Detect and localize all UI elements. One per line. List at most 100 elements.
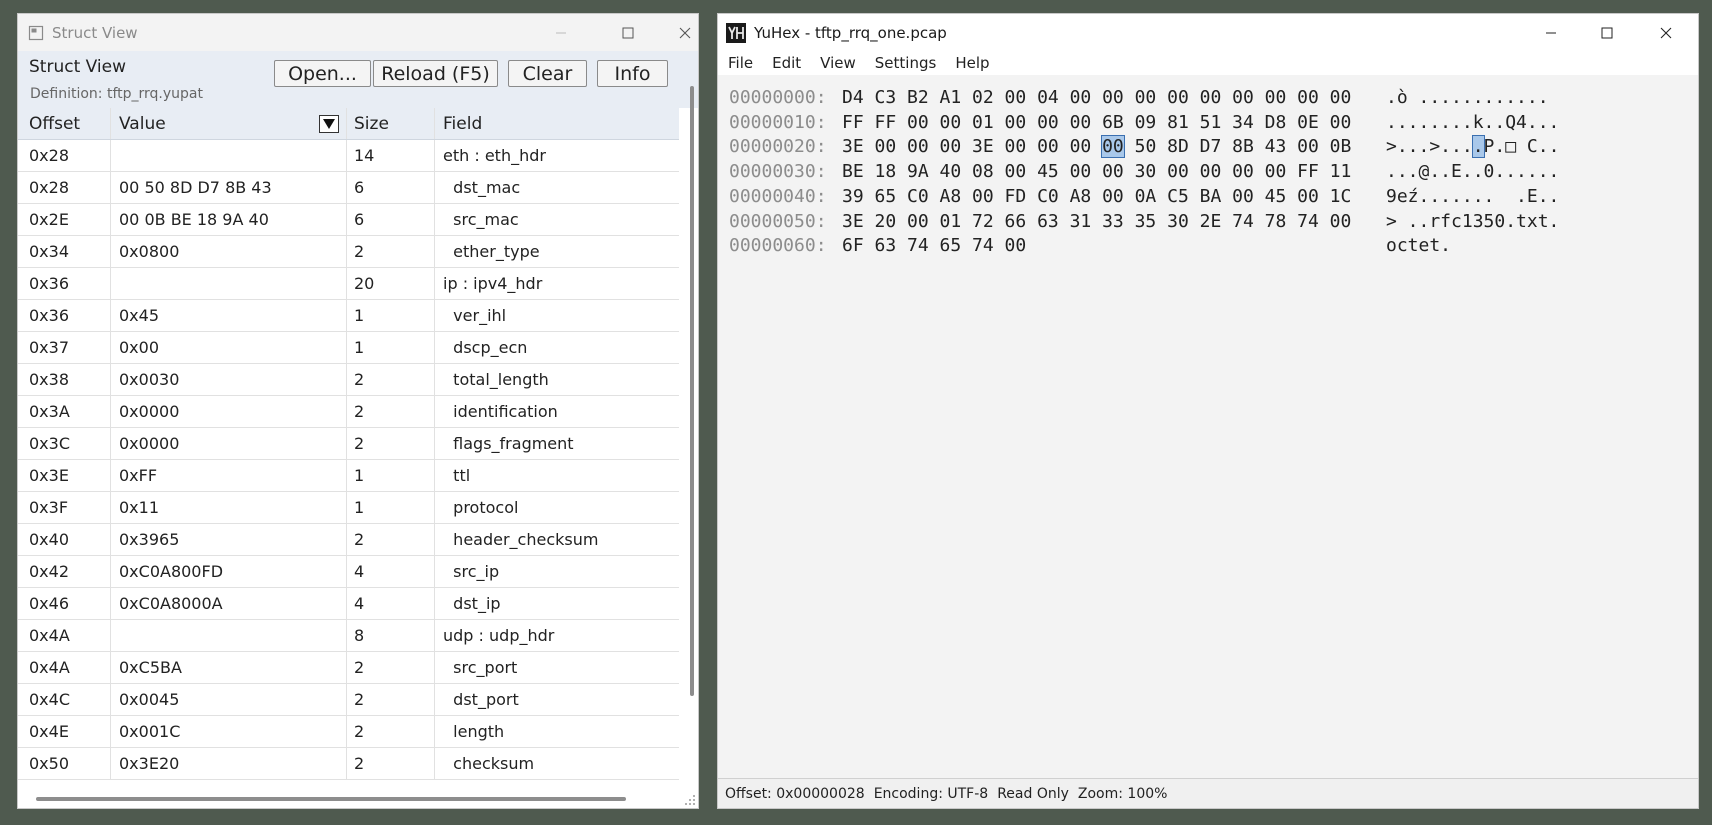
- table-row[interactable]: 0x3F 0x11 1 protocol: [18, 492, 679, 524]
- column-header-field[interactable]: Field: [435, 108, 679, 139]
- hex-ascii[interactable]: 9eź....... .E..: [1386, 186, 1559, 207]
- cell-value: 0x0000: [111, 396, 347, 427]
- info-button[interactable]: Info: [597, 60, 668, 87]
- hex-bytes[interactable]: FF FF 00 00 01 00 00 00 6B 09 81 51 34 D…: [842, 112, 1351, 133]
- table-row[interactable]: 0x28 14 eth : eth_hdr: [18, 140, 679, 172]
- maximize-icon: [1601, 27, 1613, 38]
- menu-view[interactable]: View: [820, 54, 856, 72]
- hex-bytes[interactable]: 6F 63 74 65 74 00: [842, 235, 1026, 256]
- table-row[interactable]: 0x37 0x00 1 dscp_ecn: [18, 332, 679, 364]
- reload-button[interactable]: Reload (F5): [373, 60, 498, 87]
- definition-label: Definition: tftp_rrq.yupat: [30, 86, 203, 102]
- selected-char[interactable]: .: [1471, 135, 1485, 159]
- hex-byte-run: 3E 20 00 01 72 66 63 31 33 35 30 2E 74 7…: [842, 210, 1352, 232]
- menu-file[interactable]: File: [728, 54, 753, 72]
- minimize-button[interactable]: [538, 14, 584, 51]
- table-row[interactable]: 0x3A 0x0000 2 identification: [18, 396, 679, 428]
- cell-value: [111, 620, 347, 651]
- hex-ascii[interactable]: > ..rfc1350.txt.: [1386, 211, 1559, 232]
- cell-field: ver_ihl: [443, 306, 507, 325]
- cell-offset: 0x3A: [18, 396, 111, 427]
- hex-byte-run: 39 65 C0 A8 00 FD C0 A8 00 0A C5 BA 00 4…: [842, 185, 1352, 207]
- column-header-size[interactable]: Size: [347, 108, 435, 139]
- table-row[interactable]: 0x36 0x45 1 ver_ihl: [18, 300, 679, 332]
- column-filter-button[interactable]: [319, 115, 339, 133]
- cell-field: ip : ipv4_hdr: [443, 274, 543, 293]
- table-row[interactable]: 0x46 0xC0A8000A 4 dst_ip: [18, 588, 679, 620]
- table-row[interactable]: 0x38 0x0030 2 total_length: [18, 364, 679, 396]
- hex-ascii[interactable]: ........k..Q4...: [1386, 112, 1559, 133]
- table-row[interactable]: 0x4A 0xC5BA 2 src_port: [18, 652, 679, 684]
- menu-edit[interactable]: Edit: [772, 54, 801, 72]
- cell-value: 0x3965: [111, 524, 347, 555]
- table-row[interactable]: 0x50 0x3E20 2 checksum: [18, 748, 679, 780]
- struct-view-titlebar[interactable]: Struct View: [18, 14, 698, 51]
- cell-offset: 0x42: [18, 556, 111, 587]
- ascii-run: >...>...: [1386, 136, 1473, 158]
- table-row[interactable]: 0x4E 0x001C 2 length: [18, 716, 679, 748]
- ascii-run: octet.: [1386, 235, 1452, 257]
- cell-field: ether_type: [443, 242, 540, 261]
- hex-ascii[interactable]: .ò ............: [1386, 87, 1549, 108]
- cell-value: 0xC0A8000A: [111, 588, 347, 619]
- open-button[interactable]: Open...: [274, 60, 371, 87]
- vertical-scrollbar[interactable]: [690, 86, 694, 696]
- cell-offset: 0x3E: [18, 460, 111, 491]
- cell-size: 20: [347, 268, 435, 299]
- cell-size: 6: [347, 204, 435, 235]
- close-button[interactable]: [1643, 14, 1689, 51]
- selected-byte[interactable]: 00: [1101, 135, 1125, 159]
- table-row[interactable]: 0x40 0x3965 2 header_checksum: [18, 524, 679, 556]
- cell-field: dst_mac: [443, 178, 521, 197]
- cell-field: flags_fragment: [443, 434, 574, 453]
- cell-offset: 0x4E: [18, 716, 111, 747]
- horizontal-scrollbar[interactable]: [36, 797, 626, 801]
- cell-value: [111, 140, 347, 171]
- hex-offset: 00000010:: [729, 111, 827, 133]
- hex-bytes[interactable]: 3E 00 00 00 3E 00 00 00 00 50 8D D7 8B 4…: [842, 135, 1351, 159]
- yuhex-titlebar[interactable]: YuHex - tftp_rrq_one.pcap: [718, 14, 1698, 51]
- minimize-icon: [1546, 32, 1556, 33]
- menu-settings[interactable]: Settings: [875, 54, 937, 72]
- close-button[interactable]: [662, 14, 698, 51]
- hex-bytes[interactable]: 39 65 C0 A8 00 FD C0 A8 00 0A C5 BA 00 4…: [842, 186, 1351, 207]
- yuhex-app-icon: [726, 22, 746, 43]
- hex-bytes[interactable]: D4 C3 B2 A1 02 00 04 00 00 00 00 00 00 0…: [842, 87, 1351, 108]
- hex-ascii[interactable]: octet.: [1386, 235, 1451, 256]
- cell-offset: 0x38: [18, 364, 111, 395]
- menu-help[interactable]: Help: [955, 54, 989, 72]
- cell-value: 0x00: [111, 332, 347, 363]
- hex-bytes[interactable]: 3E 20 00 01 72 66 63 31 33 35 30 2E 74 7…: [842, 211, 1351, 232]
- hex-ascii[interactable]: ...@..E..0......: [1386, 161, 1559, 182]
- cell-value: 0xC5BA: [111, 652, 347, 683]
- column-header-value[interactable]: Value: [111, 108, 347, 139]
- cell-field: ttl: [443, 466, 471, 485]
- table-row[interactable]: 0x42 0xC0A800FD 4 src_ip: [18, 556, 679, 588]
- table-row[interactable]: 0x3C 0x0000 2 flags_fragment: [18, 428, 679, 460]
- close-icon: [1660, 27, 1672, 38]
- struct-view-header: Struct View Definition: tftp_rrq.yupat O…: [18, 51, 698, 108]
- table-row[interactable]: 0x34 0x0800 2 ether_type: [18, 236, 679, 268]
- clear-button[interactable]: Clear: [508, 60, 587, 87]
- cell-size: 2: [347, 364, 435, 395]
- maximize-button[interactable]: [605, 14, 651, 51]
- column-header-offset[interactable]: Offset: [18, 108, 111, 139]
- cell-size: 2: [347, 716, 435, 747]
- hex-bytes[interactable]: BE 18 9A 40 08 00 45 00 00 30 00 00 00 0…: [842, 161, 1351, 182]
- table-row[interactable]: 0x2E 00 0B BE 18 9A 40 6 src_mac: [18, 204, 679, 236]
- table-row[interactable]: 0x3E 0xFF 1 ttl: [18, 460, 679, 492]
- table-row[interactable]: 0x36 20 ip : ipv4_hdr: [18, 268, 679, 300]
- table-row[interactable]: 0x28 00 50 8D D7 8B 43 6 dst_mac: [18, 172, 679, 204]
- minimize-button[interactable]: [1528, 14, 1574, 51]
- maximize-button[interactable]: [1584, 14, 1630, 51]
- table-row[interactable]: 0x4A 8 udp : udp_hdr: [18, 620, 679, 652]
- table-header: Offset Value Size Field: [18, 108, 679, 140]
- resize-grip-icon[interactable]: [684, 794, 696, 806]
- hex-view[interactable]: 00000000: D4 C3 B2 A1 02 00 04 00 00 00 0…: [718, 75, 1698, 778]
- cell-offset: 0x4A: [18, 652, 111, 683]
- hex-ascii[interactable]: >...>....P.□ C..: [1386, 135, 1559, 159]
- column-header-value-label: Value: [119, 113, 166, 134]
- cell-value: 0x0800: [111, 236, 347, 267]
- table-row[interactable]: 0x4C 0x0045 2 dst_port: [18, 684, 679, 716]
- cell-value: 00 0B BE 18 9A 40: [111, 204, 347, 235]
